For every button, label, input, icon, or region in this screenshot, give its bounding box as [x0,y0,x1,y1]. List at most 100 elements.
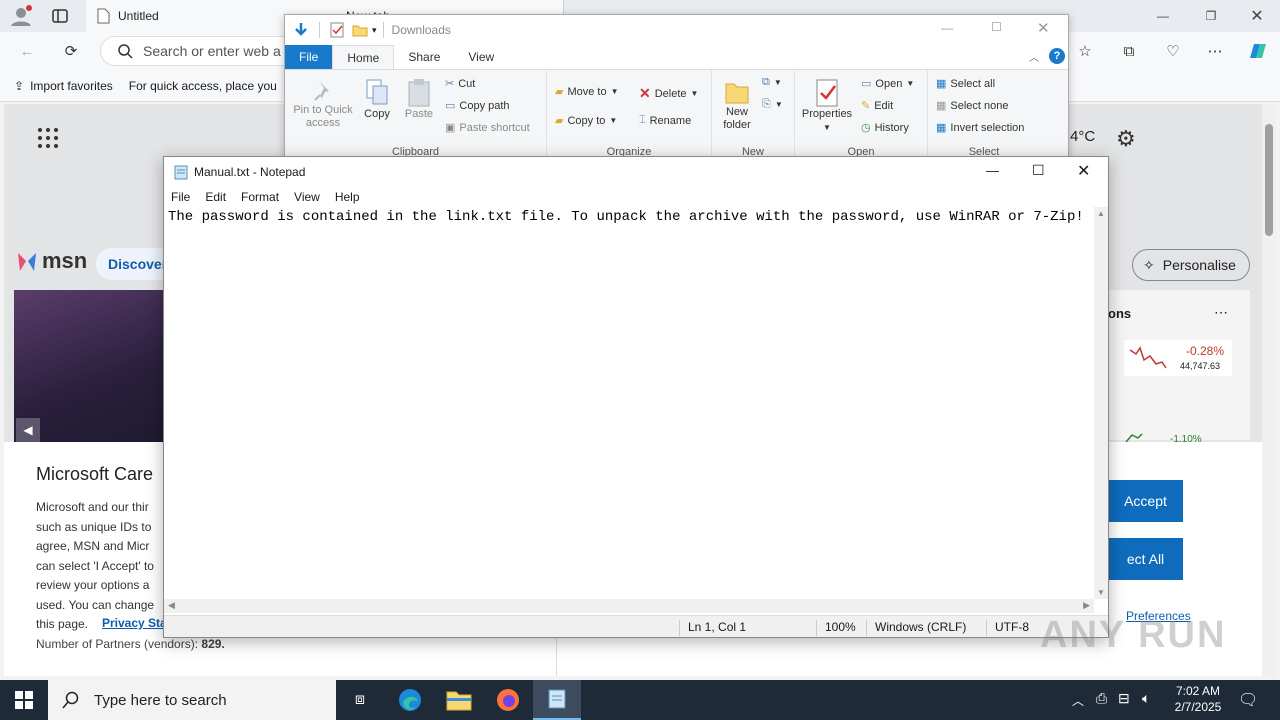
taskbar-search[interactable]: Type here to search [48,680,336,720]
new-folder-button[interactable]: New folder [716,78,758,132]
network-icon[interactable]: ⊟ [1118,690,1130,707]
copy-button[interactable]: Copy [359,78,395,121]
status-cursor-position: Ln 1, Col 1 [679,620,746,636]
notepad-taskbar-icon[interactable] [533,680,581,720]
rename-icon: ⌶ [639,114,646,126]
notepad-horizontal-scrollbar[interactable]: ◀ ▶ [164,599,1094,613]
clock[interactable]: 7:02 AM 2/7/2025 [1172,684,1224,714]
qa-dropdown-icon[interactable]: ▾ [372,25,377,36]
msn-logo[interactable]: msn [16,248,87,274]
notepad-close-icon[interactable]: ✕ [1077,161,1090,181]
rename-button[interactable]: ⌶ Rename [639,114,691,127]
tab-actions-icon[interactable] [50,6,72,26]
open-button[interactable]: ▭ Open ▼ [861,77,914,91]
restore-icon[interactable]: ❐ [1188,0,1234,32]
notepad-vertical-scrollbar[interactable]: ▲ ▼ [1094,207,1108,599]
scroll-up-icon[interactable]: ▲ [1097,209,1105,218]
edit-button[interactable]: ✎ Edit [861,99,893,113]
task-view-icon[interactable]: ⧈ [336,680,384,720]
paste-shortcut-button[interactable]: ▣ Paste shortcut [445,121,530,135]
select-none-label: Select none [950,99,1009,112]
new-folder-label: New folder [723,106,751,131]
move-to-button[interactable]: ▰ Move to ▼ [555,85,619,99]
scroll-right-icon[interactable]: ▶ [1083,600,1090,611]
copy-path-button[interactable]: ▭ Copy path [445,99,510,113]
select-all-button[interactable]: ▦ Select all [936,77,995,91]
cut-button[interactable]: ✂ Cut [445,77,475,91]
ribbon-collapse-icon[interactable]: ︿ [1029,49,1039,64]
explorer-close-icon[interactable]: ✕ [1037,19,1050,37]
edge-taskbar-icon[interactable] [386,680,434,720]
notepad-maximize-icon[interactable]: ☐ [1032,162,1045,179]
paste-button[interactable]: Paste [401,78,437,121]
close-icon[interactable]: ✕ [1234,0,1280,32]
notepad-titlebar: Manual.txt - Notepad ― ☐ ✕ [164,157,1108,187]
tab-home[interactable]: Home [332,45,395,69]
copy-to-button[interactable]: ▰ Copy to ▼ [555,114,617,128]
menu-help[interactable]: Help [328,190,368,204]
tab-view[interactable]: View [454,45,508,69]
history-button[interactable]: ◷ History [861,121,909,135]
taskbar-search-placeholder: Type here to search [94,691,227,709]
back-icon[interactable]: ← [12,36,42,66]
scroll-down-icon[interactable]: ▼ [1097,588,1105,597]
menu-edit[interactable]: Edit [198,190,234,204]
scroll-left-icon[interactable]: ◀ [168,600,175,611]
scrollbar-thumb[interactable] [1265,124,1273,236]
search-icon [117,43,133,59]
properties-button[interactable]: Properties ▼ [799,78,855,134]
notepad-window: Manual.txt - Notepad ― ☐ ✕ File Edit For… [163,156,1109,638]
minimize-icon[interactable]: ― [1140,0,1186,32]
stock-item[interactable]: -0.28% 44,747.63 [1124,340,1232,376]
help-icon[interactable]: ? [1049,48,1065,64]
import-favorites[interactable]: ⇪ Import favorites [14,79,113,93]
network-device-icon[interactable]: ⎙ [1096,690,1107,707]
favorites-star-icon[interactable]: ☆ [1070,36,1100,66]
delete-button[interactable]: ✕ Delete ▼ [639,85,698,102]
performance-icon[interactable]: ♡ [1158,36,1188,66]
apps-grid-icon[interactable] [36,126,60,150]
refresh-icon[interactable]: ⟳ [56,36,86,66]
privacy-statement-link[interactable]: Privacy Sta [102,616,164,630]
explorer-minimize-icon[interactable]: ― [941,21,953,35]
easy-access-button[interactable]: ⎘ ▼ [762,98,783,111]
invert-selection-button[interactable]: ▦ Invert selection [936,121,1024,135]
stock-item-2[interactable]: -1.10% [1124,432,1232,442]
pin-icon [314,81,329,101]
more-icon[interactable]: ⋯ [1200,36,1230,66]
accept-button[interactable]: Accept [1108,480,1183,522]
notifications-icon[interactable]: 🗨︎ [1238,690,1258,710]
tray-chevron-icon[interactable]: ︿ [1072,692,1084,709]
tab-file[interactable]: File [285,45,333,69]
profile-avatar-icon[interactable] [8,4,36,28]
partners-count-line: Number of Partners (vendors): 829. [36,637,225,651]
stocks-more-icon[interactable]: ⋯ [1214,304,1228,321]
accept-label: Accept [1124,493,1167,509]
new-folder-qa-icon[interactable] [352,23,368,37]
menu-view[interactable]: View [287,190,328,204]
notepad-text-area[interactable]: The password is contained in the link.tx… [164,207,1094,599]
start-button[interactable] [0,680,48,720]
carousel-prev-icon[interactable]: ◀ [16,418,40,442]
menu-format[interactable]: Format [234,190,287,204]
select-group: ▦ Select all ▦ Select none ▦ Invert selecti… [928,70,1040,160]
collections-icon[interactable]: ⧉ [1114,36,1144,66]
firefox-taskbar-icon[interactable] [484,680,532,720]
volume-icon[interactable]: 🔈︎ [1142,690,1150,707]
explorer-maximize-icon[interactable]: ☐ [991,20,1002,34]
copilot-icon[interactable] [1244,38,1270,64]
settings-gear-icon[interactable]: ⚙ [1116,126,1136,152]
pin-quick-access-button[interactable]: Pin to Quick access [291,78,355,130]
new-item-button[interactable]: ⧉ ▼ [762,76,782,89]
quick-access-download-icon[interactable] [293,22,309,38]
page-scrollbar[interactable] [1262,104,1276,676]
tab-share[interactable]: Share [394,45,454,69]
notepad-minimize-icon[interactable]: ― [986,163,999,178]
personalise-button[interactable]: ✧ Personalise [1132,249,1250,281]
menu-file[interactable]: File [164,190,198,204]
reject-all-button[interactable]: ect All [1108,538,1183,580]
file-explorer-taskbar-icon[interactable] [435,680,483,720]
properties-qa-icon[interactable] [330,22,344,38]
delete-x-icon: ✕ [639,85,651,101]
select-none-button[interactable]: ▦ Select none [936,99,1009,113]
